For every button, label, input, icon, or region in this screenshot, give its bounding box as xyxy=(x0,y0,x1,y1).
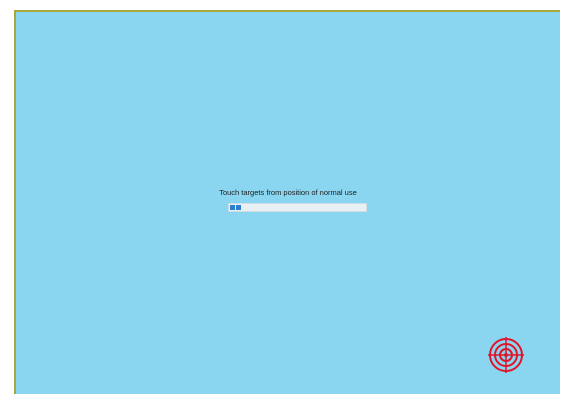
progress-block xyxy=(236,205,241,210)
progress-block xyxy=(230,205,235,210)
crosshair-target-icon[interactable] xyxy=(488,337,524,373)
calibration-screen[interactable]: Touch targets from position of normal us… xyxy=(14,10,560,394)
calibration-progress-bar xyxy=(228,203,367,212)
calibration-progress-fill xyxy=(230,205,241,210)
calibration-instruction: Touch targets from position of normal us… xyxy=(219,188,357,197)
